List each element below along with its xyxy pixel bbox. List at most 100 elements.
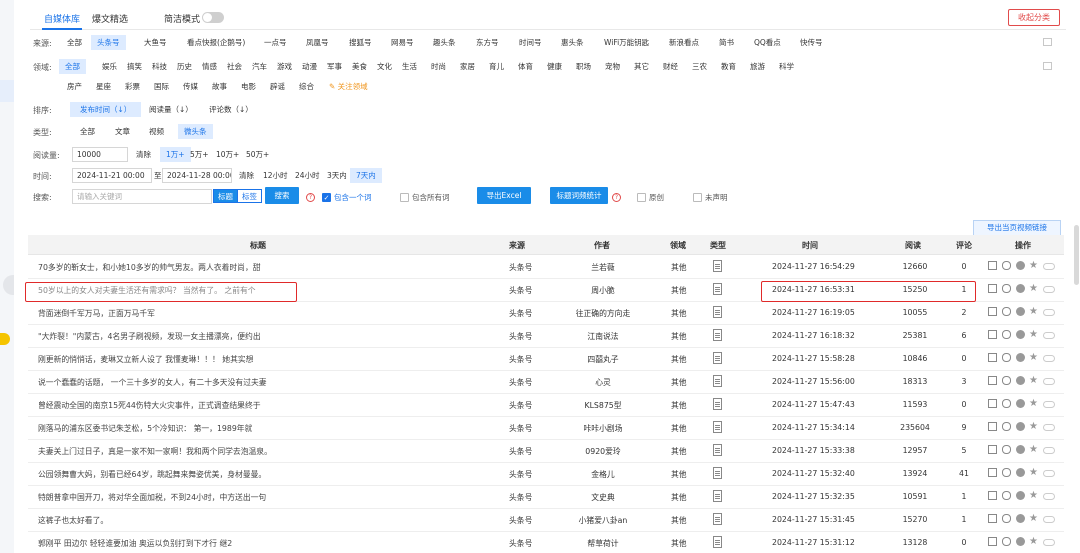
row-title-link[interactable]: 背面迷倒千军万马，正面万马千军 bbox=[38, 308, 155, 319]
source-option[interactable]: 凤凰号 bbox=[300, 35, 335, 50]
domain-option[interactable]: 历史 bbox=[171, 59, 198, 74]
cloud-icon[interactable] bbox=[1043, 401, 1055, 408]
domain-option[interactable]: 其它 bbox=[628, 59, 655, 74]
min-reads-input[interactable]: 10000 bbox=[72, 147, 128, 162]
star-icon[interactable]: ★ bbox=[1029, 353, 1040, 363]
table-row[interactable]: 特朗普拿中国开刀，将对华全面加税，不到24小时，中方送出一句 头条号 文史典 其他 20… bbox=[28, 486, 1064, 509]
domain-option[interactable]: 教育 bbox=[715, 59, 742, 74]
link-icon[interactable] bbox=[1002, 422, 1011, 431]
row-author[interactable]: 0920爱玲 bbox=[558, 446, 648, 457]
source-option[interactable]: 一点号 bbox=[258, 35, 293, 50]
cloud-icon[interactable] bbox=[1043, 447, 1055, 454]
source-option[interactable]: 东方号 bbox=[470, 35, 505, 50]
domain-option-selected[interactable]: 全部 bbox=[59, 59, 86, 74]
export-video-links-button[interactable]: 导出当页视频链接 bbox=[973, 220, 1061, 236]
domain-option[interactable]: 搞笑 bbox=[121, 59, 148, 74]
follow-domain-link[interactable]: ✎ 关注领域 bbox=[323, 79, 374, 94]
domain-option[interactable]: 三农 bbox=[686, 59, 713, 74]
domain-option[interactable]: 文化 bbox=[371, 59, 398, 74]
help-icon[interactable]: ? bbox=[612, 193, 621, 202]
link-icon[interactable] bbox=[1002, 307, 1011, 316]
domain-option[interactable]: 职场 bbox=[570, 59, 597, 74]
contains-all-checkbox[interactable] bbox=[400, 193, 409, 202]
view-icon[interactable] bbox=[1016, 284, 1025, 293]
tab-hot-articles[interactable]: 爆文精选 bbox=[92, 12, 128, 25]
copy-icon[interactable] bbox=[988, 445, 997, 454]
domain-option[interactable]: 游戏 bbox=[271, 59, 298, 74]
star-icon[interactable]: ★ bbox=[1029, 491, 1040, 501]
view-icon[interactable] bbox=[1016, 468, 1025, 477]
assistant-emoji-icon[interactable] bbox=[0, 333, 10, 345]
star-icon[interactable]: ★ bbox=[1029, 261, 1040, 271]
star-icon[interactable]: ★ bbox=[1029, 330, 1040, 340]
copy-icon[interactable] bbox=[988, 491, 997, 500]
view-icon[interactable] bbox=[1016, 491, 1025, 500]
view-icon[interactable] bbox=[1016, 399, 1025, 408]
domain-option[interactable]: 星座 bbox=[90, 79, 117, 94]
view-icon[interactable] bbox=[1016, 376, 1025, 385]
source-option[interactable]: 惠头条 bbox=[555, 35, 590, 50]
original-checkbox[interactable] bbox=[637, 193, 646, 202]
table-row[interactable]: 公园领舞曹大妈，别看已经64岁，跳起舞来舞姿优美，身材曼曼。 头条号 金格儿 其他 20… bbox=[28, 463, 1064, 486]
row-author[interactable]: KLS875型 bbox=[558, 400, 648, 411]
row-author[interactable]: 金格儿 bbox=[558, 469, 648, 480]
domain-option[interactable]: 娱乐 bbox=[96, 59, 123, 74]
row-author[interactable]: 帮草荷计 bbox=[558, 538, 648, 549]
sidebar-scroll-handle[interactable] bbox=[3, 275, 14, 295]
row-title-link[interactable]: 夫妻关上门过日子，真是一家不知一家啊！我和两个同学去泡温泉。 bbox=[38, 446, 272, 457]
source-expand-toggle[interactable] bbox=[1043, 38, 1052, 46]
cloud-icon[interactable] bbox=[1043, 332, 1055, 339]
link-icon[interactable] bbox=[1002, 330, 1011, 339]
view-icon[interactable] bbox=[1016, 445, 1025, 454]
row-author[interactable]: 小猪爱八卦an bbox=[558, 515, 648, 526]
cloud-icon[interactable] bbox=[1043, 355, 1055, 362]
sort-option[interactable]: 评论数（↓） bbox=[203, 102, 259, 117]
reads-option[interactable]: 50万+ bbox=[240, 147, 275, 162]
reads-clear-button[interactable]: 清除 bbox=[130, 147, 157, 162]
search-button[interactable]: 搜索 bbox=[265, 187, 299, 204]
copy-icon[interactable] bbox=[988, 376, 997, 385]
view-icon[interactable] bbox=[1016, 537, 1025, 546]
cloud-icon[interactable] bbox=[1043, 378, 1055, 385]
domain-option[interactable]: 情感 bbox=[196, 59, 223, 74]
star-icon[interactable]: ★ bbox=[1029, 307, 1040, 317]
table-row[interactable]: 这裤子也太好看了。 头条号 小猪爱八卦an 其他 2024-11-27 15:31:45… bbox=[28, 509, 1064, 532]
table-row[interactable]: "大炸裂！"内蒙古，4名男子刷视频，发现一女主播漂亮，便约出 头条号 江南说法 其他 2… bbox=[28, 325, 1064, 348]
star-icon[interactable]: ★ bbox=[1029, 376, 1040, 386]
search-keyword-input[interactable]: 请输入关键词 bbox=[72, 189, 212, 204]
copy-icon[interactable] bbox=[988, 422, 997, 431]
row-title-link[interactable]: 曾经震动全国的南京15死44伤特大火灾事件，正式调查结果终于 bbox=[38, 400, 261, 411]
source-option[interactable]: WiFi万能钥匙 bbox=[598, 35, 655, 50]
tab-self-media-library[interactable]: 自媒体库 bbox=[44, 12, 80, 25]
domain-option[interactable]: 动漫 bbox=[296, 59, 323, 74]
copy-icon[interactable] bbox=[988, 514, 997, 523]
table-row[interactable]: 说一个蠢蠢的话题， 一个三十多岁的女人，有二十多天没有过夫妻 头条号 心灵 其他 202… bbox=[28, 371, 1064, 394]
table-row[interactable]: 曾经震动全国的南京15死44伤特大火灾事件，正式调查结果终于 头条号 KLS875型… bbox=[28, 394, 1064, 417]
copy-icon[interactable] bbox=[988, 353, 997, 362]
link-icon[interactable] bbox=[1002, 353, 1011, 362]
table-row[interactable]: 70多岁的靳女士，和小她10多岁的帅气男友。两人衣着时尚，甜 头条号 兰若薇 其他 20… bbox=[28, 256, 1064, 279]
source-option[interactable]: 网易号 bbox=[385, 35, 420, 50]
type-option-selected[interactable]: 微头条 bbox=[178, 124, 213, 139]
row-title-link[interactable]: 这裤子也太好看了。 bbox=[38, 515, 108, 526]
star-icon[interactable]: ★ bbox=[1029, 399, 1040, 409]
copy-icon[interactable] bbox=[988, 261, 997, 270]
row-author[interactable]: 江南说法 bbox=[558, 331, 648, 342]
domain-option[interactable]: 房产 bbox=[61, 79, 88, 94]
domain-option[interactable]: 科学 bbox=[773, 59, 800, 74]
star-icon[interactable]: ★ bbox=[1029, 422, 1040, 432]
source-option-selected[interactable]: 头条号 bbox=[91, 35, 126, 50]
copy-icon[interactable] bbox=[988, 399, 997, 408]
source-option[interactable]: 趣头条 bbox=[427, 35, 462, 50]
row-title-link[interactable]: 公园领舞曹大妈，别看已经64岁，跳起舞来舞姿优美，身材曼曼。 bbox=[38, 469, 266, 480]
domain-option[interactable]: 美食 bbox=[346, 59, 373, 74]
copy-icon[interactable] bbox=[988, 330, 997, 339]
table-row[interactable]: 背面迷倒千军万马，正面万马千军 头条号 往正确的方向走 其他 2024-11-27 16… bbox=[28, 302, 1064, 325]
help-icon[interactable]: ? bbox=[306, 193, 315, 202]
domain-option[interactable]: 故事 bbox=[206, 79, 233, 94]
domain-option[interactable]: 社会 bbox=[221, 59, 248, 74]
link-icon[interactable] bbox=[1002, 399, 1011, 408]
domain-option[interactable]: 生活 bbox=[396, 59, 423, 74]
sort-option[interactable]: 阅读量（↓） bbox=[143, 102, 199, 117]
domain-option[interactable]: 旅游 bbox=[744, 59, 771, 74]
